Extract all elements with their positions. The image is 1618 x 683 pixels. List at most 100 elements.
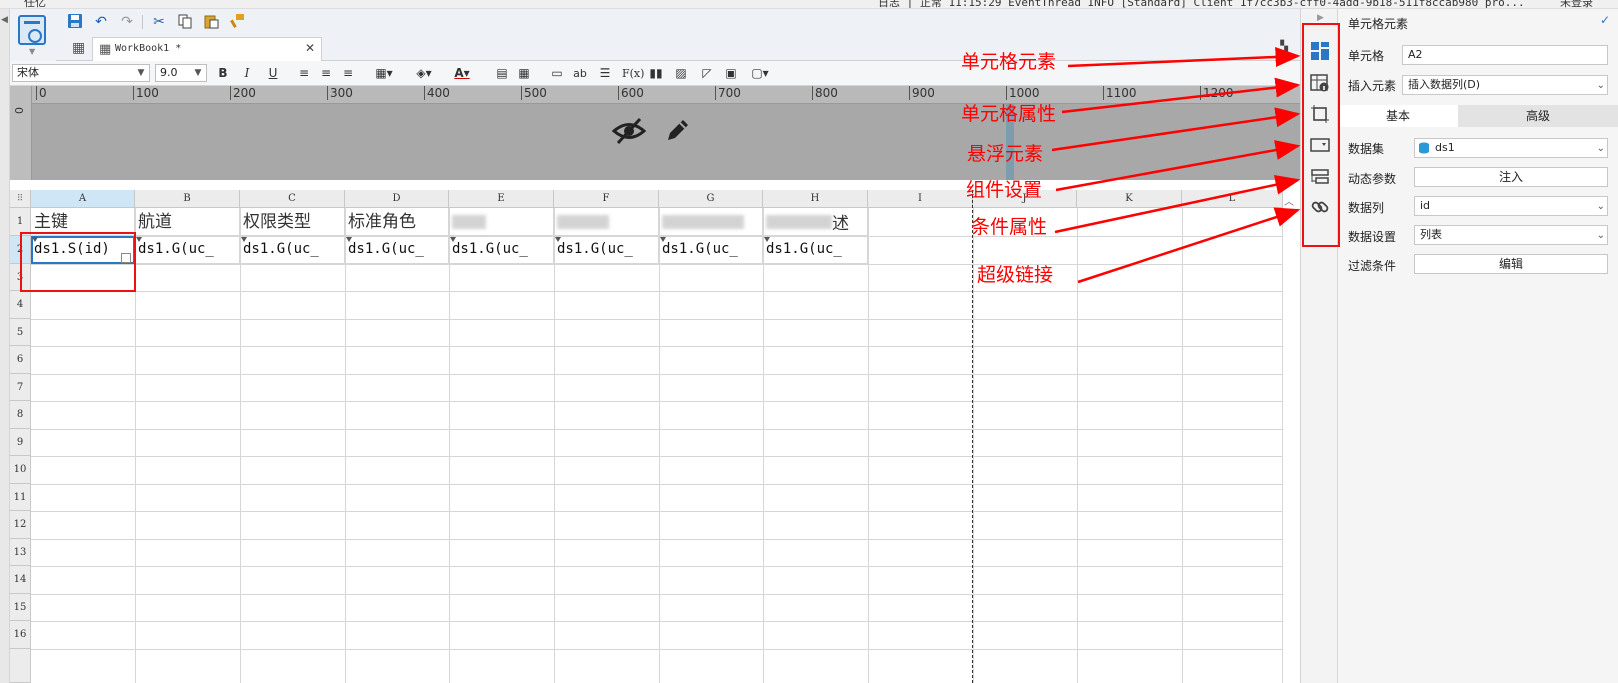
select-all-corner[interactable]: ⠿ (10, 190, 31, 208)
dataset-select[interactable]: ds1 ⌄ (1414, 138, 1608, 158)
column-header-b[interactable]: B (135, 190, 240, 208)
checkmark-icon[interactable]: ✓ (1600, 13, 1610, 27)
font-family-select[interactable]: 宋体 ▼ (12, 64, 150, 82)
cell-f2[interactable]: ds1.G(uc_ (554, 236, 659, 264)
row-header-11[interactable]: 11 (10, 484, 31, 511)
column-header-f[interactable]: F (554, 190, 659, 208)
italic-button[interactable]: I (240, 65, 254, 82)
row-header-8[interactable]: 8 (10, 401, 31, 429)
cell-b2[interactable]: ds1.G(uc_ (135, 236, 240, 264)
scroll-up-icon[interactable]: ︿ (1284, 193, 1294, 208)
column-header-c[interactable]: C (240, 190, 345, 208)
row-header-6[interactable]: 6 (10, 346, 31, 374)
menu-text[interactable]: 任亿 (24, 0, 46, 8)
column-header-k[interactable]: K (1077, 190, 1182, 208)
text-wrap-icon[interactable]: ☰ (596, 65, 614, 82)
chevron-down-icon[interactable]: ▼ (29, 47, 35, 56)
close-tab-icon[interactable]: ✕ (305, 41, 315, 55)
bold-button[interactable]: B (216, 65, 230, 82)
format-painter-icon[interactable] (228, 13, 246, 31)
spreadsheet-grid[interactable]: ⠿ A B C D E F G H I J K L ︿ 1 2 3 4 5 6 … (10, 190, 1300, 683)
text-ab-button[interactable]: ab (570, 65, 590, 82)
cell-g1[interactable] (659, 208, 763, 236)
slash-cell-icon[interactable]: ◸ (698, 65, 716, 82)
cell-b1[interactable]: 航道 (135, 208, 240, 236)
redo-icon[interactable]: ↷ (118, 13, 136, 31)
font-size-select[interactable]: 9.0 ▼ (155, 64, 207, 82)
chart-icon[interactable]: ▮▮ (648, 65, 664, 82)
font-color-icon[interactable]: A▾ (448, 65, 476, 82)
unmerge-cells-icon[interactable]: ▦ (516, 65, 532, 82)
row-header-5[interactable]: 5 (10, 319, 31, 346)
insert-row-icon[interactable]: ▭ (548, 65, 566, 82)
tab-menu-icon[interactable]: ▚ (1280, 41, 1288, 52)
float-element-area[interactable] (10, 104, 1300, 180)
left-collapse-bar[interactable]: ◀ (0, 9, 10, 683)
cut-icon[interactable]: ✂ (150, 13, 168, 31)
float-element-dropdown-icon[interactable]: ▢▾ (748, 65, 772, 82)
sheet-grid-icon[interactable]: ▦ (72, 40, 85, 56)
vertical-ruler-tick: 0 (13, 107, 26, 114)
blurred-text (557, 215, 609, 229)
cell-f1[interactable] (554, 208, 659, 236)
image-icon[interactable]: ▨ (672, 65, 690, 82)
column-header-i[interactable]: I (868, 190, 973, 208)
row-header-17[interactable] (10, 649, 31, 683)
login-status[interactable]: 未登录 (1560, 0, 1593, 8)
tab-workbook1[interactable]: ▦ WorkBook1 * ✕ (92, 37, 322, 61)
edit-pencil-icon[interactable] (662, 116, 692, 146)
row-header-15[interactable]: 15 (10, 594, 31, 621)
collapse-left-icon[interactable]: ◀ (1, 15, 8, 25)
merge-cells-icon[interactable]: ▤ (494, 65, 510, 82)
insert-element-select[interactable]: 插入数据列(D) ⌄ (1402, 75, 1608, 95)
designer-logo[interactable]: ▼ (10, 9, 56, 61)
align-right-icon[interactable]: ≡ (340, 65, 356, 82)
cell-e2[interactable]: ds1.G(uc_ (449, 236, 554, 264)
cell-h2[interactable]: ds1.G(uc_ (763, 236, 868, 264)
cell-name-field[interactable]: A2 (1402, 45, 1608, 65)
row-header-16[interactable]: 16 (10, 621, 31, 649)
column-header-e[interactable]: E (449, 190, 554, 208)
tab-advanced[interactable]: 高级 (1458, 105, 1618, 127)
align-left-icon[interactable]: ≡ (296, 65, 312, 82)
formula-button[interactable]: F(x) (622, 65, 644, 82)
font-family-value: 宋体 (17, 66, 39, 79)
data-setting-select[interactable]: 列表 ⌄ (1414, 225, 1608, 245)
cell-g2[interactable]: ds1.G(uc_ (659, 236, 763, 264)
cell-d1[interactable]: 标准角色 (345, 208, 449, 236)
column-header-d[interactable]: D (345, 190, 449, 208)
align-center-icon[interactable]: ≡ (318, 65, 334, 82)
column-header-h[interactable]: H (763, 190, 868, 208)
row-header-10[interactable]: 10 (10, 456, 31, 484)
panel-tabs: 基本 高级 (1338, 105, 1618, 127)
save-icon[interactable] (66, 13, 84, 31)
column-header-g[interactable]: G (659, 190, 763, 208)
tab-basic[interactable]: 基本 (1338, 105, 1458, 127)
copy-icon[interactable] (176, 13, 194, 31)
subreport-icon[interactable]: ▣ (722, 65, 740, 82)
data-column-select[interactable]: id ⌄ (1414, 196, 1608, 216)
hide-eye-icon[interactable] (612, 116, 646, 146)
cell-e1[interactable] (449, 208, 554, 236)
edit-filter-button[interactable]: 编辑 (1414, 254, 1608, 274)
column-header-a[interactable]: A (31, 190, 135, 208)
cell-c2[interactable]: ds1.G(uc_ (240, 236, 345, 264)
row-header-12[interactable]: 12 (10, 511, 31, 539)
border-icon[interactable]: ▦▾ (370, 65, 398, 82)
fill-color-icon[interactable]: ◈▾ (410, 65, 438, 82)
cell-d2[interactable]: ds1.G(uc_ (345, 236, 449, 264)
cell-c1[interactable]: 权限类型 (240, 208, 345, 236)
inject-button[interactable]: 注入 (1414, 167, 1608, 187)
dynamic-param-label: 动态参数 (1348, 172, 1397, 186)
row-header-4[interactable]: 4 (10, 291, 31, 319)
row-header-7[interactable]: 7 (10, 374, 31, 401)
paste-icon[interactable] (202, 13, 220, 31)
row-header-13[interactable]: 13 (10, 539, 31, 566)
cell-h1[interactable]: 述 (763, 208, 868, 236)
collapse-right-icon[interactable]: ▶ (1317, 13, 1324, 23)
row-header-9[interactable]: 9 (10, 429, 31, 456)
column-header-l[interactable]: L (1182, 190, 1283, 208)
underline-button[interactable]: U (266, 65, 280, 82)
undo-icon[interactable]: ↶ (92, 13, 110, 31)
row-header-14[interactable]: 14 (10, 566, 31, 594)
